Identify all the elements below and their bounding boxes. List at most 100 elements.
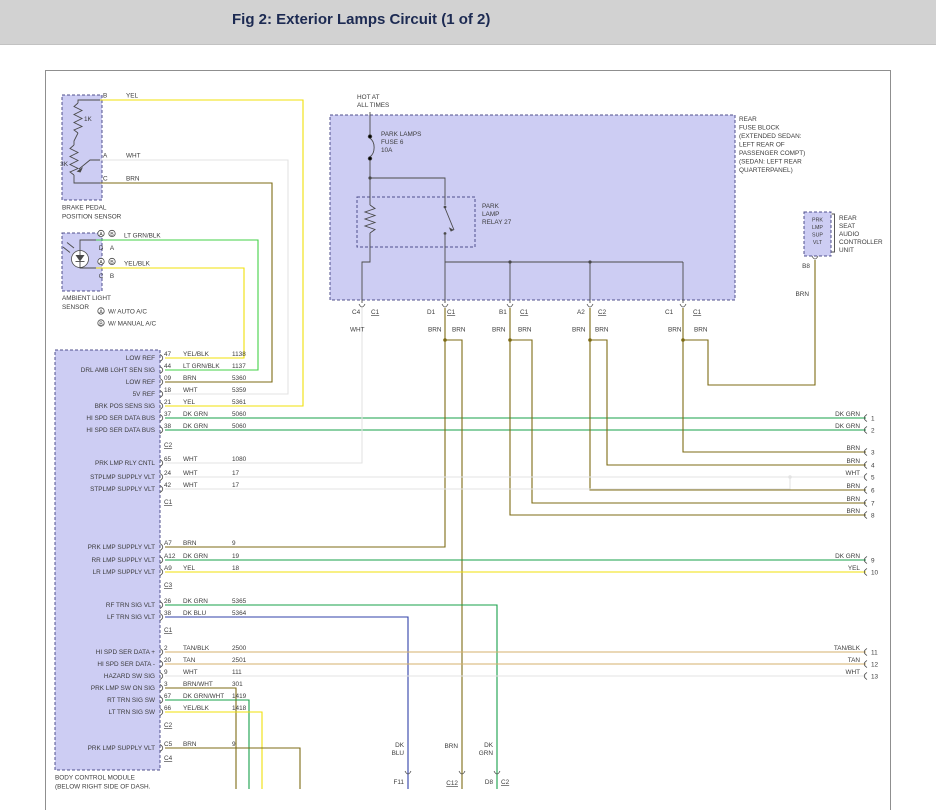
unit-name: AUDIO: [839, 231, 859, 238]
legend-a-symbol: A: [99, 309, 103, 315]
hot-at-label: HOT AT: [357, 94, 380, 101]
fuse-terminal: [368, 157, 372, 161]
bcm-row-function: LOW REF: [126, 379, 155, 386]
junction-dot: [681, 338, 685, 342]
bcm-row-circuit: 1080: [232, 456, 247, 463]
bcm-row-function: LT TRN SIG SW: [108, 709, 155, 716]
box-text: LMP: [812, 225, 823, 231]
terminal-number: 6: [871, 488, 875, 495]
bcm-row-circuit: 2500: [232, 645, 247, 652]
unit-name: CONTROLLER: [839, 239, 883, 246]
bcm-row-function: PRK LMP RLY CNTL: [95, 460, 155, 467]
bcm-row-function: LOW REF: [126, 355, 155, 362]
junction-dot: [443, 338, 447, 342]
wire-color-label: BRN: [445, 743, 459, 750]
bcm-connector-label: C1: [164, 499, 173, 506]
bcm-connector-label: C2: [164, 442, 173, 449]
bcm-row-circuit: 2501: [232, 657, 247, 664]
bcm-row-color: YEL/BLK: [183, 705, 210, 712]
wire-color-label: DK: [395, 742, 405, 749]
bcm-row-pin: 20: [164, 657, 172, 664]
pin-label: C: [99, 273, 104, 280]
bcm-row-pin: 21: [164, 399, 172, 406]
pin-label-b8: B8: [802, 263, 810, 270]
legend-b-symbol: B: [99, 321, 103, 327]
wire-color-label: BRN: [595, 327, 609, 334]
terminal-number: 13: [871, 674, 879, 681]
terminal-number: 7: [871, 501, 875, 508]
fuse-block-location: (EXTENDED SEDAN:: [739, 133, 802, 140]
bcm-row-circuit: 111: [232, 669, 242, 676]
bcm-row-pin: 42: [164, 482, 172, 489]
bcm-row-color: LT GRN/BLK: [183, 363, 220, 370]
bcm-row-function: BRK POS SENS SIG: [95, 403, 155, 410]
junction-dot: [588, 260, 591, 263]
wire-color-label: BRN: [126, 176, 140, 183]
bcm-row-pin: 44: [164, 363, 172, 370]
bcm-row-color: TAN/BLK: [183, 645, 210, 652]
terminal-wire-label: BRN: [847, 445, 861, 452]
bcm-row-color: BRN: [183, 375, 197, 382]
fuse-block-location: FUSE BLOCK: [739, 125, 780, 132]
bcm-row-function: PRK LMP SW ON SIG: [91, 685, 155, 692]
bcm-row-color: BRN: [183, 741, 197, 748]
connector-name-label: C2: [598, 309, 607, 316]
option-a-symbol: A: [99, 232, 103, 238]
bcm-row-pin: 26: [164, 598, 172, 605]
bcm-row-color: WHT: [183, 387, 198, 394]
unit-name: REAR: [839, 215, 857, 222]
bcm-row-color: DK GRN: [183, 423, 208, 430]
bcm-row-pin: 9: [164, 669, 168, 676]
bcm-row-function: RR LMP SUPPLY VLT: [92, 557, 156, 564]
bcm-row-color: BRN: [183, 540, 197, 547]
fuse-block-location: REAR: [739, 116, 757, 123]
bcm-row-color: YEL: [183, 565, 196, 572]
component-name: AMBIENT LIGHT: [62, 295, 111, 302]
junction-dot: [508, 338, 512, 342]
connector-pin-label: D1: [427, 309, 436, 316]
relay-name-label: PARK: [482, 203, 500, 210]
wire-color-label: YEL: [126, 93, 139, 100]
bcm-row-pin: 66: [164, 705, 172, 712]
terminal-wire-label: WHT: [845, 470, 860, 477]
relay-contact: [444, 206, 447, 209]
bcm-location: (BELOW RIGHT SIDE OF DASH.: [55, 784, 151, 791]
bcm-row-function: DRL AMB LGHT SEN SIG: [81, 367, 155, 374]
connector-pin-label: C12: [446, 780, 458, 787]
bcm-row-circuit: 9: [232, 540, 236, 547]
terminal-wire-label: DK GRN: [835, 423, 860, 430]
bcm-row-color: BRN/WHT: [183, 681, 213, 688]
wire-color-label: BRN: [668, 327, 682, 334]
wire-color-label: LT GRN/BLK: [124, 233, 161, 240]
terminal-number: 12: [871, 662, 879, 669]
bcm-row-pin: A9: [164, 565, 172, 572]
resistor-1k-label: 1K: [84, 116, 93, 123]
terminal-number: 5: [871, 475, 875, 482]
bcm-row-function: LR LMP SUPPLY VLT: [93, 569, 155, 576]
bcm-row-color: DK GRN: [183, 598, 208, 605]
bcm-row-pin: 09: [164, 375, 172, 382]
connector-pin-label: C1: [665, 309, 674, 316]
relay-contact: [444, 232, 447, 235]
pin-label: A: [110, 245, 115, 252]
bcm-row-color: WHT: [183, 669, 198, 676]
bcm-row-circuit: 1138: [232, 351, 246, 358]
bcm-row-function: PRK LMP SUPPLY VLT: [88, 544, 155, 551]
bcm-row-pin: 67: [164, 693, 172, 700]
bcm-row-pin: A12: [164, 553, 176, 560]
all-times-label: ALL TIMES: [357, 102, 389, 109]
relay-name-label: RELAY 27: [482, 219, 512, 226]
terminal-number: 8: [871, 513, 875, 520]
wiring-diagram: 1K 3K B YEL A WHT C BRN BRAKE PEDAL POSI…: [0, 0, 936, 810]
relay-name-label: LAMP: [482, 211, 499, 218]
legend-b-text: W/ MANUAL A/C: [108, 321, 156, 328]
box-text: VLT: [813, 240, 823, 246]
box-text: SUP: [812, 233, 823, 239]
wire-color-label: WHT: [126, 153, 141, 160]
wire-color-label: DK: [484, 742, 494, 749]
terminal-number: 2: [871, 428, 875, 435]
bcm-row-function: HAZARD SW SIG: [104, 673, 155, 680]
bcm-name: BODY CONTROL MODULE: [55, 775, 135, 782]
bcm-row-circuit: 5364: [232, 610, 247, 617]
terminal-wire-label: WHT: [845, 669, 860, 676]
